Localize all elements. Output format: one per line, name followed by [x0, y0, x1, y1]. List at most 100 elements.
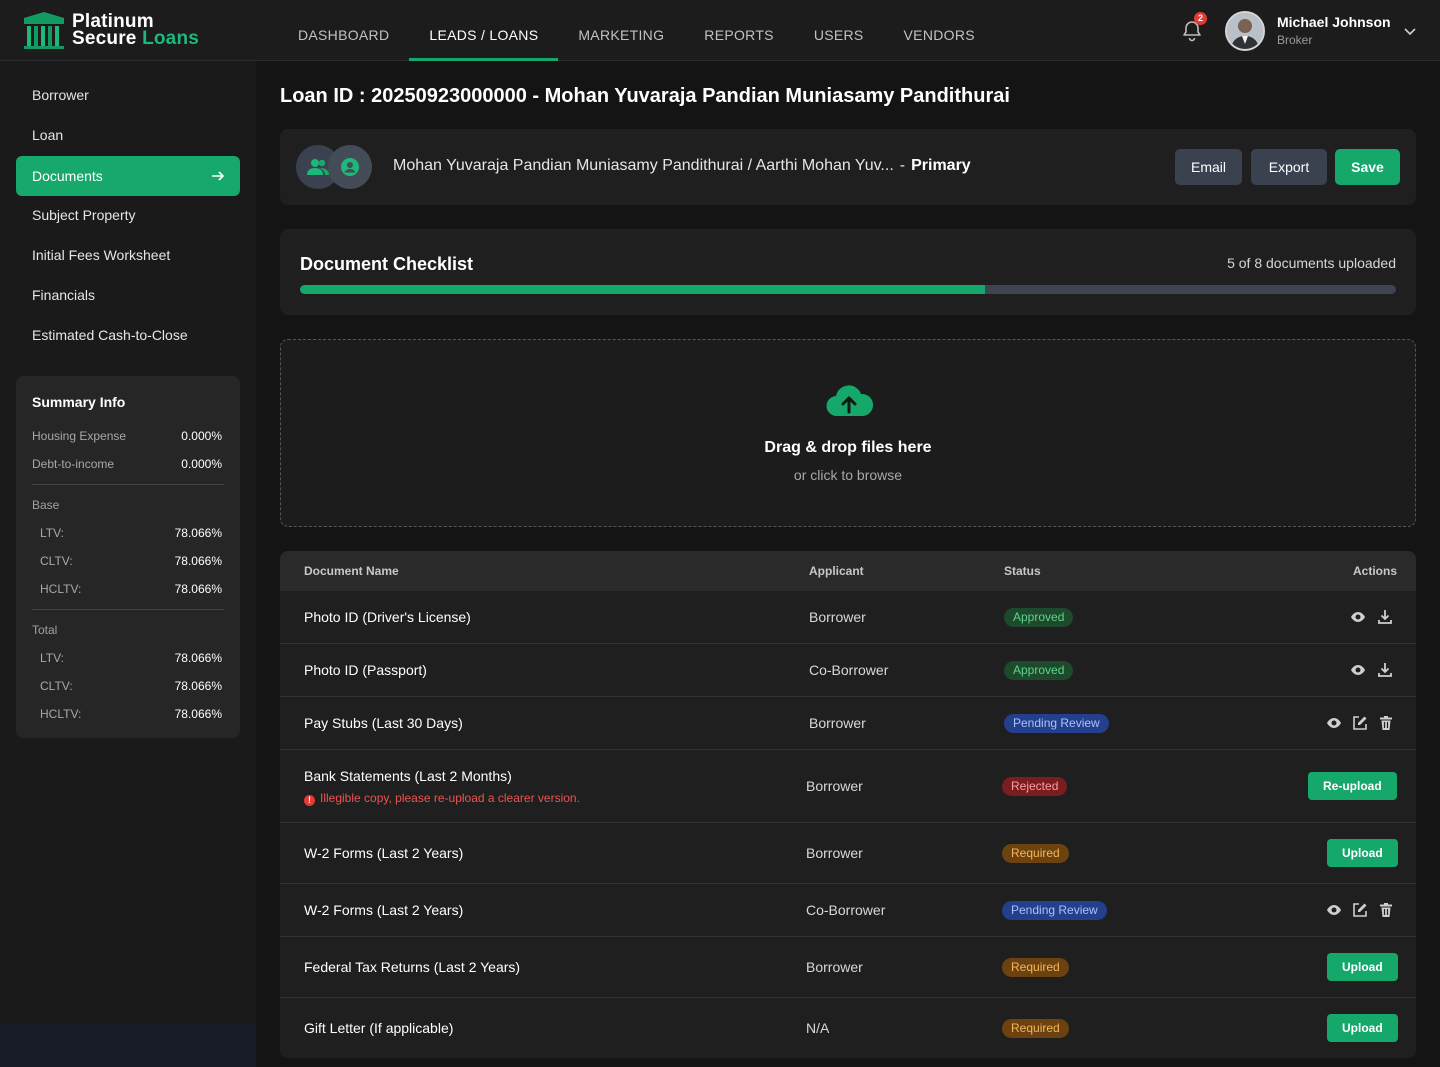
trash-icon[interactable]	[1378, 715, 1394, 731]
download-icon[interactable]	[1377, 662, 1393, 678]
column-header-document-name: Document Name	[304, 564, 399, 578]
nav-users[interactable]: USERS	[794, 0, 884, 61]
summary-info-panel: Summary Info Housing Expense 0.000% Debt…	[16, 376, 240, 738]
borrower-card: Mohan Yuvaraja Pandian Muniasamy Pandith…	[280, 129, 1416, 205]
document-name: Federal Tax Returns (Last 2 Years)	[304, 959, 521, 975]
sidebar-item-financials[interactable]: Financials	[16, 275, 240, 315]
upload-button[interactable]: Upload	[1327, 839, 1398, 867]
upload-button[interactable]: Upload	[1327, 953, 1398, 981]
trash-icon[interactable]	[1378, 902, 1394, 918]
top-navbar: Platinum Secure Loans DASHBOARD LEADS / …	[0, 0, 1440, 61]
base-ltv-value: 78.066%	[174, 526, 222, 540]
primary-label: Primary	[911, 157, 971, 174]
table-header: Document Name Applicant Status Actions	[280, 551, 1416, 591]
applicant: Borrower	[806, 778, 863, 794]
alert-icon: !	[304, 795, 315, 806]
logo-mark-icon	[24, 12, 64, 49]
applicant: Borrower	[809, 609, 866, 625]
brand-logo[interactable]: Platinum Secure Loans	[22, 10, 199, 50]
borrower-avatars	[296, 145, 372, 189]
table-row: W-2 Forms (Last 2 Years) Co-Borrower Pen…	[280, 884, 1416, 937]
reupload-button[interactable]: Re-upload	[1308, 772, 1397, 800]
logo-line2a: Secure	[72, 28, 137, 49]
base-hcltv-row: HCLTV: 78.066%	[40, 582, 224, 596]
total-group-label: Total	[32, 623, 58, 637]
base-cltv-label: CLTV:	[40, 554, 73, 568]
upload-progress-fill	[300, 285, 985, 294]
dti-value: 0.000%	[181, 457, 222, 471]
save-button[interactable]: Save	[1335, 149, 1400, 185]
status-badge: Required	[1002, 958, 1069, 977]
sidebar: Borrower Loan Documents Subject Property…	[0, 61, 256, 1067]
sidebar-item-subject-property[interactable]: Subject Property	[16, 195, 240, 235]
export-button[interactable]: Export	[1251, 149, 1327, 185]
borrower-names: Mohan Yuvaraja Pandian Muniasamy Pandith…	[393, 157, 971, 175]
edit-icon[interactable]	[1352, 715, 1368, 731]
nav-vendors[interactable]: VENDORS	[884, 0, 995, 61]
table-row: Bank Statements (Last 2 Months) ! Illegib…	[280, 750, 1416, 823]
base-hcltv-label: HCLTV:	[40, 582, 82, 596]
chevron-down-icon[interactable]	[1403, 24, 1417, 38]
table-row: Photo ID (Driver's License) Borrower App…	[280, 591, 1416, 644]
file-dropzone[interactable]: Drag & drop files here or click to brows…	[280, 339, 1416, 527]
nav-marketing[interactable]: MARKETING	[558, 0, 684, 61]
user-name: Michael Johnson	[1277, 14, 1391, 30]
total-cltv-row: CLTV: 78.066%	[40, 679, 224, 693]
base-cltv-value: 78.066%	[174, 554, 222, 568]
dropzone-subtitle: or click to browse	[793, 467, 903, 483]
base-cltv-row: CLTV: 78.066%	[40, 554, 224, 568]
status-badge: Approved	[1004, 661, 1074, 680]
page-title: Loan ID : 20250923000000 - Mohan Yuvaraj…	[280, 85, 1010, 107]
housing-expense-row: Housing Expense 0.000%	[32, 429, 224, 443]
status-badge: Pending Review	[1004, 714, 1109, 733]
avatar[interactable]	[1225, 11, 1265, 51]
arrow-right-icon	[212, 171, 225, 181]
column-header-status: Status	[1004, 564, 1041, 578]
housing-expense-value: 0.000%	[181, 429, 222, 443]
nav-dashboard[interactable]: DASHBOARD	[278, 0, 409, 61]
rejection-note-text: Illegible copy, please re-upload a clear…	[320, 791, 580, 805]
download-icon[interactable]	[1377, 609, 1393, 625]
applicant: Borrower	[806, 959, 863, 975]
document-name: Photo ID (Driver's License)	[304, 609, 471, 625]
sidebar-item-initial-fees[interactable]: Initial Fees Worksheet	[16, 235, 240, 275]
total-cltv-value: 78.066%	[174, 679, 222, 693]
sidebar-item-cash-to-close[interactable]: Estimated Cash-to-Close	[16, 315, 240, 355]
documents-table: Document Name Applicant Status Actions P…	[280, 551, 1416, 1058]
document-name: Bank Statements (Last 2 Months)	[304, 768, 512, 784]
edit-icon[interactable]	[1352, 902, 1368, 918]
total-cltv-label: CLTV:	[40, 679, 73, 693]
table-row: Photo ID (Passport) Co-Borrower Approved	[280, 644, 1416, 697]
upload-progress-bar	[300, 285, 1396, 294]
nav-leads-loans[interactable]: LEADS / LOANS	[409, 0, 559, 61]
document-name: Photo ID (Passport)	[304, 662, 427, 678]
total-ltv-label: LTV:	[40, 651, 65, 665]
status-badge: Required	[1002, 1019, 1069, 1038]
user-avatar-icon	[1227, 13, 1263, 49]
main-nav: DASHBOARD LEADS / LOANS MARKETING REPORT…	[278, 0, 995, 61]
eye-icon[interactable]	[1350, 662, 1366, 678]
total-ltv-value: 78.066%	[174, 651, 222, 665]
status-badge: Approved	[1004, 608, 1074, 627]
base-group-label: Base	[32, 498, 60, 512]
divider	[32, 609, 224, 610]
sidebar-item-loan[interactable]: Loan	[16, 115, 240, 155]
logo-line2b: Loans	[142, 28, 200, 49]
document-name: W-2 Forms (Last 2 Years)	[304, 845, 464, 861]
summary-title: Summary Info	[32, 394, 126, 410]
sidebar-item-documents[interactable]: Documents	[16, 156, 240, 196]
total-hcltv-label: HCLTV:	[40, 707, 82, 721]
eye-icon[interactable]	[1326, 902, 1342, 918]
email-button[interactable]: Email	[1175, 149, 1242, 185]
sidebar-item-borrower[interactable]: Borrower	[16, 75, 240, 115]
sidebar-footer	[0, 1023, 256, 1067]
eye-icon[interactable]	[1350, 609, 1366, 625]
nav-reports[interactable]: REPORTS	[684, 0, 794, 61]
total-hcltv-value: 78.066%	[174, 707, 222, 721]
dti-label: Debt-to-income	[32, 457, 115, 471]
cloud-upload-icon	[826, 385, 874, 417]
status-badge: Pending Review	[1002, 901, 1107, 920]
dropzone-title: Drag & drop files here	[764, 439, 932, 456]
eye-icon[interactable]	[1326, 715, 1342, 731]
upload-button[interactable]: Upload	[1327, 1014, 1398, 1042]
